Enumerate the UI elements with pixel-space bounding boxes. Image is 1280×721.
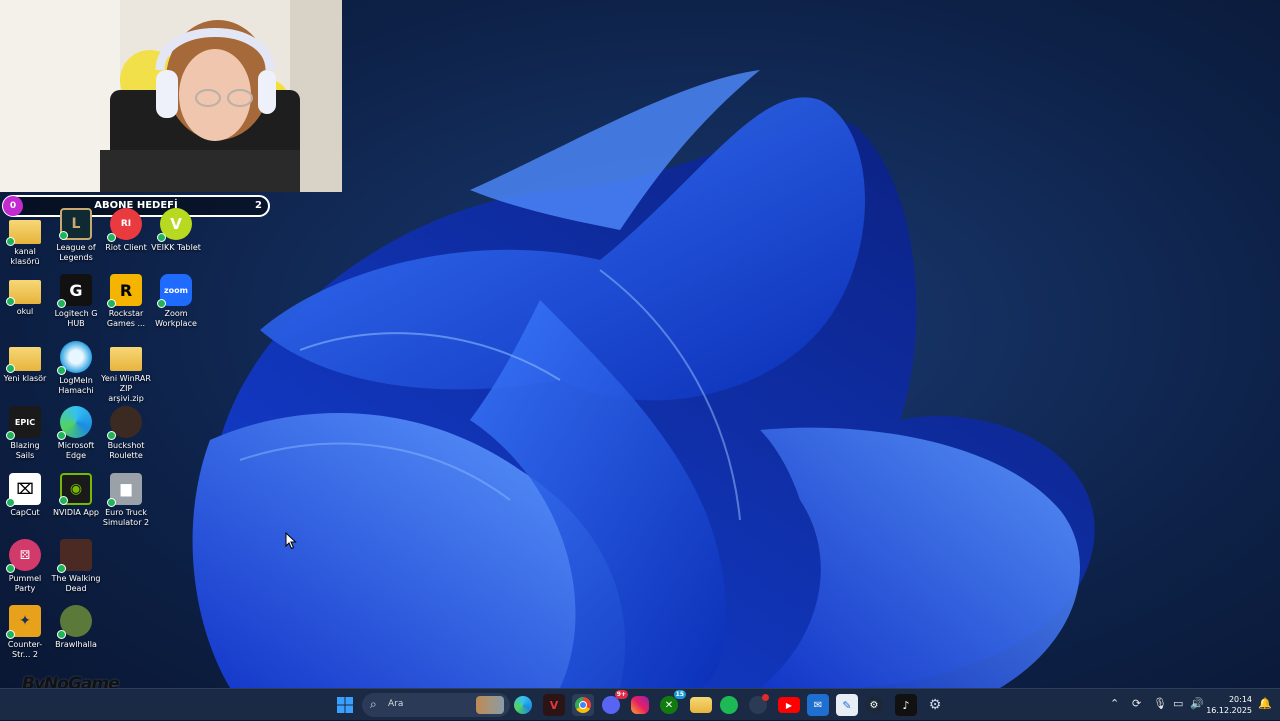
league-of-legends-icon: L xyxy=(59,208,92,240)
tiktok-icon[interactable]: ♪ xyxy=(895,694,917,716)
edge-taskbar-icon[interactable] xyxy=(514,696,532,714)
desktop-icon-label: Euro Truck Simulator 2 xyxy=(102,508,150,527)
desktop-icon-label: Buckshot Roulette xyxy=(107,441,145,460)
folder-icon xyxy=(6,280,41,306)
notification-bell-icon[interactable]: 🔔 xyxy=(1258,697,1272,710)
taskbar-search-field[interactable]: ⌕ Ara xyxy=(362,693,510,717)
search-highlight-icon xyxy=(476,696,504,714)
search-icon: ⌕ xyxy=(370,697,377,711)
webcam-overlay xyxy=(0,0,342,192)
desktop-icon-label: Riot Client xyxy=(105,243,147,252)
mouse-cursor-icon xyxy=(285,532,297,550)
settings-icon[interactable]: ⚙ xyxy=(924,694,946,716)
microphone-icon[interactable]: 🎙 xyxy=(1153,697,1167,710)
desktop-icon-brawlhalla[interactable]: Brawlhalla xyxy=(51,605,101,650)
capcut-icon: ⌧ xyxy=(6,473,41,507)
goal-end-value: 2 xyxy=(255,200,262,211)
clock[interactable]: 20:14 16.12.2025 xyxy=(1206,694,1252,716)
sync-icon[interactable]: ⟳ xyxy=(1132,697,1141,710)
network-icon[interactable]: ▭ xyxy=(1173,697,1183,710)
desktop-icon-riot-client[interactable]: RI Riot Client xyxy=(101,208,151,253)
brawlhalla-icon xyxy=(57,605,92,639)
riot-client-icon: RI xyxy=(107,208,142,242)
desktop-icon-logmein-hamachi[interactable]: LogMeIn Hamachi xyxy=(51,341,101,396)
spotify-icon[interactable] xyxy=(720,696,738,714)
taskbar: ⌕ Ara V 9+ ✕ 15 ▶ ✉ ✎ ⚙ ♪ ⚙ ⌃ ⟳ 🎙 ▭ 🔊 20… xyxy=(0,688,1280,720)
streamer-webcam-image xyxy=(0,0,342,192)
desktop-icon-label: Pummel Party xyxy=(8,574,42,593)
chrome-taskbar-icon[interactable] xyxy=(572,694,594,716)
search-placeholder: Ara xyxy=(388,699,404,709)
desktop-icon-the-walking-dead[interactable]: The Walking Dead xyxy=(51,539,101,594)
desktop-icon-buckshot-roulette[interactable]: Buckshot Roulette xyxy=(101,406,151,461)
desktop-icon-label: Yeni WinRAR ZIP arşivi.zip xyxy=(101,374,151,403)
steam-icon[interactable]: ⚙ xyxy=(865,696,883,714)
desktop-icon-capcut[interactable]: ⌧ CapCut xyxy=(0,473,50,518)
desktop-icon-label: Zoom Workplace xyxy=(155,309,197,328)
desktop-icon-label: Brawlhalla xyxy=(55,640,97,649)
walking-dead-icon xyxy=(57,539,92,573)
desktop-icon-label: LogMeIn Hamachi xyxy=(58,376,94,395)
desktop-icon-label: NVIDIA App xyxy=(53,508,99,517)
desktop-icon-kanal-klasoru[interactable]: kanal klasörü xyxy=(0,214,50,267)
file-explorer-icon[interactable] xyxy=(690,697,712,713)
volume-icon[interactable]: 🔊 xyxy=(1190,697,1204,710)
epic-games-icon: EPIC xyxy=(6,406,41,440)
desktop-icon-label: Logitech G HUB xyxy=(54,309,98,328)
desktop-icon-label: Counter-Str... 2 xyxy=(7,640,43,659)
pummel-party-icon: ⚄ xyxy=(6,539,41,573)
desktop-icon-league-of-legends[interactable]: L League of Legends xyxy=(51,208,101,263)
desktop-icon-pummel-party[interactable]: ⚄ Pummel Party xyxy=(0,539,50,594)
desktop-icon-zoom-workplace[interactable]: zoom Zoom Workplace xyxy=(151,274,201,329)
veikk-icon: V xyxy=(157,208,192,242)
steam-pinned-icon[interactable] xyxy=(749,694,769,714)
desktop-icon-label: Rockstar Games ... xyxy=(106,309,146,328)
counter-strike-icon: ✦ xyxy=(6,605,41,639)
desktop-icon-label: Blazing Sails xyxy=(10,441,40,460)
system-tray: ⌃ ⟳ 🎙 ▭ 🔊 20:14 16.12.2025 🔔 xyxy=(1110,689,1280,721)
rockstar-icon: R xyxy=(107,274,142,308)
zoom-icon: zoom xyxy=(157,274,192,308)
desktop-icon-label: The Walking Dead xyxy=(51,574,101,593)
mail-icon[interactable]: ✉ xyxy=(807,694,829,716)
xbox-icon[interactable]: ✕ 15 xyxy=(660,690,686,714)
discord-icon[interactable]: 9+ xyxy=(602,690,628,714)
desktop-icon-counter-strike-2[interactable]: ✦ Counter-Str... 2 xyxy=(0,605,50,660)
nvidia-icon: ◉ xyxy=(59,473,92,505)
desktop-icon-yeni-klasor[interactable]: Yeni klasör xyxy=(0,341,50,384)
desktop-icon-rockstar-games[interactable]: R Rockstar Games ... xyxy=(101,274,151,329)
desktop-icon-winrar-zip[interactable]: Yeni WinRAR ZIP arşivi.zip xyxy=(101,341,151,404)
desktop-icon-nvidia-app[interactable]: ◉ NVIDIA App xyxy=(51,473,101,518)
desktop-icon-veikk-tablet[interactable]: V VEIKK Tablet xyxy=(151,208,201,253)
desktop-icon-okul[interactable]: okul xyxy=(0,274,50,317)
clock-time: 20:14 xyxy=(1228,695,1252,704)
instagram-icon[interactable] xyxy=(631,696,649,714)
desktop-icon-label: Yeni klasör xyxy=(3,374,47,383)
desktop-icon-label: okul xyxy=(16,307,34,316)
desktop-icon-label: VEIKK Tablet xyxy=(151,243,201,252)
desktop-icon-label: kanal klasörü xyxy=(10,247,40,266)
desktop-icon-euro-truck-simulator[interactable]: ▆ Euro Truck Simulator 2 xyxy=(101,473,151,528)
chevron-up-icon[interactable]: ⌃ xyxy=(1110,697,1119,710)
start-icon[interactable] xyxy=(334,694,356,716)
youtube-icon[interactable]: ▶ xyxy=(778,697,800,713)
terminal-icon[interactable]: V xyxy=(543,694,565,716)
logitech-icon: G xyxy=(57,274,92,308)
clock-date: 16.12.2025 xyxy=(1206,706,1252,715)
folder-icon xyxy=(6,347,41,373)
folder-icon xyxy=(6,220,41,246)
truck-icon: ▆ xyxy=(107,473,142,507)
desktop-icon-microsoft-edge[interactable]: Microsoft Edge xyxy=(51,406,101,461)
notepad-icon[interactable]: ✎ xyxy=(836,694,858,716)
buckshot-icon xyxy=(107,406,142,440)
zip-folder-icon xyxy=(110,347,142,371)
hamachi-icon xyxy=(57,341,92,375)
desktop-icon-label: Microsoft Edge xyxy=(57,441,95,460)
desktop-icon-label: CapCut xyxy=(10,508,40,517)
desktop-icon-logitech-g-hub[interactable]: G Logitech G HUB xyxy=(51,274,101,329)
edge-icon xyxy=(57,406,92,440)
desktop-icon-label: League of Legends xyxy=(56,243,96,262)
desktop-icon-blazing-sails[interactable]: EPIC Blazing Sails xyxy=(0,406,50,461)
